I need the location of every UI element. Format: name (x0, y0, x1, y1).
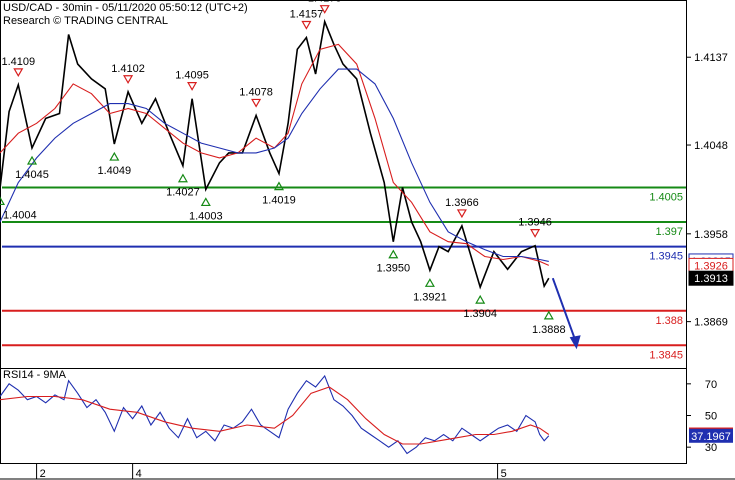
low-marker (543, 310, 554, 320)
level-label: 1.3845 (649, 349, 683, 361)
low-marker (475, 294, 486, 304)
low-marker (177, 173, 188, 183)
rsi-title: RSI14 - 9MA (3, 369, 67, 381)
level-label: 1.3945 (649, 251, 683, 263)
low-label: 1.3921 (413, 291, 447, 303)
chart-source: Research © TRADING CENTRAL (3, 15, 168, 27)
x-tick-label: 5 (501, 468, 507, 480)
low-label: 1.3888 (532, 324, 566, 336)
high-marker (530, 229, 541, 238)
ma_slow-line (0, 68, 549, 262)
rsi-ma-line (0, 386, 550, 445)
high-marker (301, 20, 312, 30)
level-label: 1.397 (655, 226, 683, 238)
low-marker (200, 197, 211, 207)
chart-title: USD/CAD - 30min - 05/11/2020 05:50:12 (U… (3, 2, 248, 14)
high-label: 1.4102 (111, 63, 145, 75)
chart-svg: 1.4005 1.397 1.3945 1.388 1.3845 1.4109 1.4102… (0, 0, 735, 480)
ma_fast-line (0, 43, 550, 266)
low-label: 1.4019 (262, 195, 296, 207)
rsi-y-tick-label: 30 (705, 442, 717, 454)
y-tick-label: 1.3958 (694, 229, 728, 241)
low-label: 1.4004 (3, 209, 37, 221)
y-tick-label: 1.3869 (694, 317, 728, 329)
forecast-arrow-head (569, 335, 581, 350)
low-marker (109, 151, 120, 161)
high-marker (251, 98, 262, 108)
price-panel-frame (0, 0, 687, 369)
low-label: 1.4027 (166, 187, 200, 199)
low-marker (424, 278, 435, 287)
high-label: 1.4157 (290, 8, 324, 20)
low-marker (388, 249, 399, 259)
high-marker (123, 75, 134, 84)
high-marker (187, 82, 198, 91)
high-label: 1.4095 (175, 70, 209, 82)
rsi-panel-frame (0, 368, 687, 464)
low-label: 1.3904 (463, 308, 497, 320)
high-label: 1.4078 (239, 86, 273, 98)
rsi-badge-label: 37.1967 (691, 431, 731, 443)
low-marker (273, 181, 285, 191)
level-label: 1.388 (655, 315, 683, 327)
rsi-y-tick-label: 50 (705, 411, 717, 423)
high-marker (13, 68, 24, 78)
high-label: 1.3966 (445, 197, 479, 209)
low-label: 1.4003 (189, 210, 223, 222)
x-tick-label: 4 (136, 468, 142, 480)
y-tick-label: 1.4048 (694, 140, 728, 152)
level-label: 1.4005 (649, 191, 683, 203)
price-badge-label: 1.3913 (694, 273, 728, 285)
price-badge-label: 1.3926 (694, 260, 728, 272)
x-tick-label: 2 (40, 468, 46, 480)
low-label: 1.4049 (98, 165, 132, 177)
rsi-y-tick-label: 70 (705, 379, 717, 391)
rsi-line (0, 374, 550, 455)
y-tick-label: 1.4137 (694, 52, 728, 64)
high-label: 1.3946 (518, 217, 552, 229)
high-marker (456, 209, 467, 219)
low-label: 1.3950 (376, 263, 410, 275)
high-label: 1.4173 (308, 0, 342, 5)
high-label: 1.4109 (1, 56, 35, 68)
low-label: 1.4045 (15, 169, 49, 181)
